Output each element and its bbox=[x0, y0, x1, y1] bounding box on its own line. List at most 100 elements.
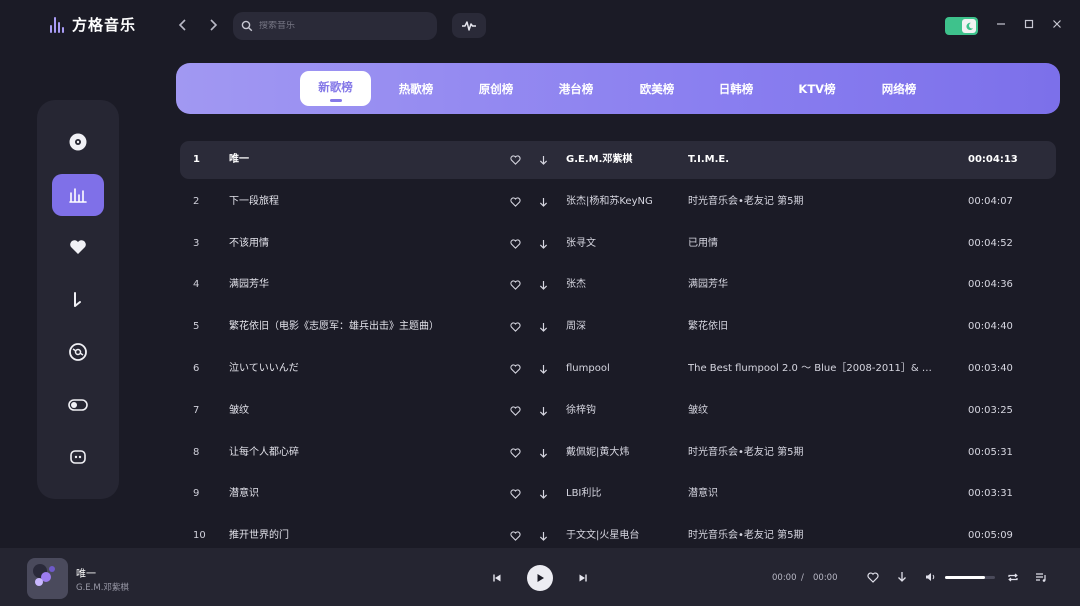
like-song-button[interactable] bbox=[510, 350, 522, 388]
song-album[interactable]: 潜意识 bbox=[688, 475, 950, 513]
song-artist[interactable]: 张寻文 bbox=[566, 225, 676, 263]
tab-new-songs[interactable]: 新歌榜 bbox=[300, 71, 371, 106]
sidebar-item-charts[interactable] bbox=[52, 174, 104, 216]
tab-western[interactable]: 欧美榜 bbox=[627, 79, 687, 99]
song-title[interactable]: 泣いていいんだ bbox=[229, 350, 489, 388]
song-title[interactable]: 让每个人都心碎 bbox=[229, 434, 489, 472]
song-title[interactable]: 不该用情 bbox=[229, 225, 489, 263]
song-album[interactable]: 繁花依旧 bbox=[688, 308, 950, 346]
song-artist[interactable]: LBI利比 bbox=[566, 475, 676, 513]
like-song-button[interactable] bbox=[510, 308, 522, 346]
download-song-button[interactable] bbox=[539, 308, 551, 346]
download-song-button[interactable] bbox=[539, 266, 551, 304]
song-row[interactable]: 1 唯一 G.E.M.邓紫棋 T.I.M.E. 00:04:13 bbox=[180, 141, 1056, 179]
playlist-button[interactable] bbox=[1034, 570, 1048, 584]
search-input[interactable] bbox=[259, 21, 419, 31]
song-title[interactable]: 满园芳华 bbox=[229, 266, 489, 304]
song-album[interactable]: 时光音乐会•老友记 第5期 bbox=[688, 434, 950, 472]
theme-toggle[interactable] bbox=[945, 17, 978, 35]
download-song-button[interactable] bbox=[539, 434, 551, 472]
song-album[interactable]: 满园芳华 bbox=[688, 266, 950, 304]
minimize-button[interactable] bbox=[993, 17, 1009, 33]
robot-icon bbox=[70, 450, 86, 464]
heart-outline-icon bbox=[510, 406, 521, 416]
volume-slider[interactable] bbox=[945, 576, 995, 579]
maximize-button[interactable] bbox=[1021, 17, 1037, 33]
song-artist[interactable]: 徐梓钩 bbox=[566, 392, 676, 430]
play-button[interactable] bbox=[527, 565, 553, 591]
sidebar-item-disc[interactable] bbox=[52, 121, 104, 163]
tab-hk-tw[interactable]: 港台榜 bbox=[546, 79, 606, 99]
song-row[interactable]: 3 不该用情 张寻文 已用情 00:04:52 bbox=[180, 225, 1056, 263]
download-song-button[interactable] bbox=[539, 141, 551, 179]
song-title[interactable]: 潜意识 bbox=[229, 475, 489, 513]
now-playing-artist: G.E.M.邓紫棋 bbox=[76, 583, 129, 593]
song-artist[interactable]: 张杰|杨和苏KeyNG bbox=[566, 183, 676, 221]
heart-outline-icon bbox=[510, 197, 521, 207]
song-artist[interactable]: G.E.M.邓紫棋 bbox=[566, 141, 676, 179]
tab-network[interactable]: 网络榜 bbox=[869, 79, 929, 99]
app-name: 方格音乐 bbox=[72, 16, 137, 34]
song-title[interactable]: 唯一 bbox=[229, 141, 489, 179]
sidebar-item-cd[interactable] bbox=[52, 331, 104, 373]
download-song-button[interactable] bbox=[539, 183, 551, 221]
sidebar-item-favorites[interactable] bbox=[52, 226, 104, 268]
back-button[interactable] bbox=[173, 16, 193, 36]
song-artist[interactable]: flumpool bbox=[566, 350, 676, 388]
song-row[interactable]: 5 繁花依旧（电影《志愿军：雄兵出击》主题曲） 周深 繁花依旧 00:04:40 bbox=[180, 308, 1056, 346]
download-song-button[interactable] bbox=[539, 475, 551, 513]
song-album[interactable]: 皱纹 bbox=[688, 392, 950, 430]
like-song-button[interactable] bbox=[510, 141, 522, 179]
download-icon bbox=[539, 406, 548, 416]
song-title[interactable]: 下一段旅程 bbox=[229, 183, 489, 221]
close-button[interactable] bbox=[1049, 17, 1065, 33]
download-button[interactable] bbox=[895, 570, 909, 584]
like-song-button[interactable] bbox=[510, 266, 522, 304]
next-button[interactable] bbox=[576, 571, 590, 585]
like-song-button[interactable] bbox=[510, 475, 522, 513]
repeat-button[interactable] bbox=[1006, 570, 1020, 584]
forward-button[interactable] bbox=[203, 16, 223, 36]
song-album[interactable]: 已用情 bbox=[688, 225, 950, 263]
song-artist[interactable]: 周深 bbox=[566, 308, 676, 346]
tab-ktv[interactable]: KTV榜 bbox=[787, 79, 847, 99]
song-duration: 00:04:07 bbox=[968, 196, 1013, 207]
song-row[interactable]: 9 潜意识 LBI利比 潜意识 00:03:31 bbox=[180, 475, 1056, 513]
like-song-button[interactable] bbox=[510, 183, 522, 221]
download-icon bbox=[539, 364, 548, 374]
song-title[interactable]: 繁花依旧（电影《志愿军：雄兵出击》主题曲） bbox=[229, 308, 489, 346]
sidebar-item-about[interactable] bbox=[52, 436, 104, 478]
like-button[interactable] bbox=[866, 570, 880, 584]
like-song-button[interactable] bbox=[510, 225, 522, 263]
song-row[interactable]: 2 下一段旅程 张杰|杨和苏KeyNG 时光音乐会•老友记 第5期 00:04:07 bbox=[180, 183, 1056, 221]
song-row[interactable]: 4 满园芳华 张杰 满园芳华 00:04:36 bbox=[180, 266, 1056, 304]
listen-identify-button[interactable] bbox=[452, 13, 486, 38]
disc-icon bbox=[69, 133, 87, 151]
song-row[interactable]: 7 皱纹 徐梓钩 皱纹 00:03:25 bbox=[180, 392, 1056, 430]
volume-button[interactable] bbox=[924, 570, 938, 584]
like-song-button[interactable] bbox=[510, 392, 522, 430]
sidebar-item-downloads[interactable] bbox=[52, 279, 104, 321]
song-album[interactable]: The Best flumpool 2.0 ～ Blue［2008-2011］&… bbox=[688, 350, 950, 388]
song-duration: 00:04:52 bbox=[968, 238, 1013, 249]
download-song-button[interactable] bbox=[539, 350, 551, 388]
song-row[interactable]: 8 让每个人都心碎 戴佩妮|黄大炜 时光音乐会•老友记 第5期 00:05:31 bbox=[180, 434, 1056, 472]
volume-level bbox=[945, 576, 985, 579]
tab-original[interactable]: 原创榜 bbox=[466, 79, 526, 99]
song-title[interactable]: 皱纹 bbox=[229, 392, 489, 430]
album-cover[interactable] bbox=[27, 558, 68, 599]
download-song-button[interactable] bbox=[539, 225, 551, 263]
tab-hot-songs[interactable]: 热歌榜 bbox=[386, 79, 446, 99]
tab-label: 新歌榜 bbox=[318, 80, 353, 94]
download-song-button[interactable] bbox=[539, 392, 551, 430]
song-album[interactable]: T.I.M.E. bbox=[688, 141, 950, 179]
sidebar-item-settings[interactable] bbox=[52, 384, 104, 426]
like-song-button[interactable] bbox=[510, 434, 522, 472]
tab-jp-kr[interactable]: 日韩榜 bbox=[706, 79, 766, 99]
song-artist[interactable]: 张杰 bbox=[566, 266, 676, 304]
song-artist[interactable]: 戴佩妮|黄大炜 bbox=[566, 434, 676, 472]
song-row[interactable]: 6 泣いていいんだ flumpool The Best flumpool 2.0 ～ … bbox=[180, 350, 1056, 388]
song-album[interactable]: 时光音乐会•老友记 第5期 bbox=[688, 183, 950, 221]
previous-button[interactable] bbox=[490, 571, 504, 585]
search-box[interactable] bbox=[233, 12, 437, 40]
